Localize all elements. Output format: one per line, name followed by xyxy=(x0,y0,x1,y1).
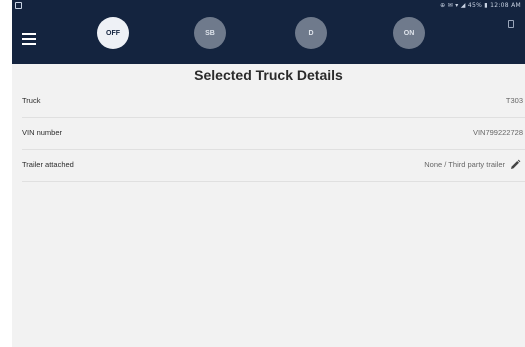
detail-value: T303 xyxy=(505,96,523,105)
detail-label: Truck xyxy=(22,96,41,105)
detail-label: Trailer attached xyxy=(22,160,74,169)
status-bar: ⊕ ✉ ▾ ◢ 45% ▮ 12:08 AM xyxy=(12,0,525,14)
duty-status-label: ON xyxy=(403,29,415,37)
duty-status-on-button[interactable]: ON xyxy=(393,17,425,49)
duty-status-label: OFF xyxy=(106,29,120,37)
duty-status-label: D xyxy=(308,29,314,37)
app-screen: ⊕ ✉ ▾ ◢ 45% ▮ 12:08 AM OFF SB D ON Selec… xyxy=(12,0,525,347)
detail-row-vin: VIN number VIN799222728 xyxy=(22,118,525,150)
app-bar: OFF SB D ON xyxy=(12,14,525,64)
detail-row-truck: Truck T303 xyxy=(22,86,525,118)
device-frame: ⊕ ✉ ▾ ◢ 45% ▮ 12:08 AM OFF SB D ON Selec… xyxy=(0,0,525,347)
status-indicators: ⊕ ✉ ▾ ◢ 45% ▮ 12:08 AM xyxy=(440,2,521,9)
pencil-icon[interactable] xyxy=(509,158,521,170)
duty-status-sb-button[interactable]: SB xyxy=(194,17,226,49)
detail-label: VIN number xyxy=(22,128,63,137)
detail-row-trailer[interactable]: Trailer attached None / Third party trai… xyxy=(22,150,525,182)
notification-icon xyxy=(15,2,22,9)
truck-details-panel: Selected Truck Details Truck T303 VIN nu… xyxy=(12,64,525,347)
page-title: Selected Truck Details xyxy=(194,67,343,83)
duty-status-off-button[interactable]: OFF xyxy=(97,17,129,49)
detail-value: None / Third party trailer xyxy=(424,160,505,169)
duty-status-label: SB xyxy=(205,29,215,37)
duty-status-d-button[interactable]: D xyxy=(295,17,327,49)
hamburger-menu-icon[interactable] xyxy=(22,30,44,48)
clipboard-icon[interactable] xyxy=(508,20,514,28)
detail-value: VIN799222728 xyxy=(472,128,523,137)
